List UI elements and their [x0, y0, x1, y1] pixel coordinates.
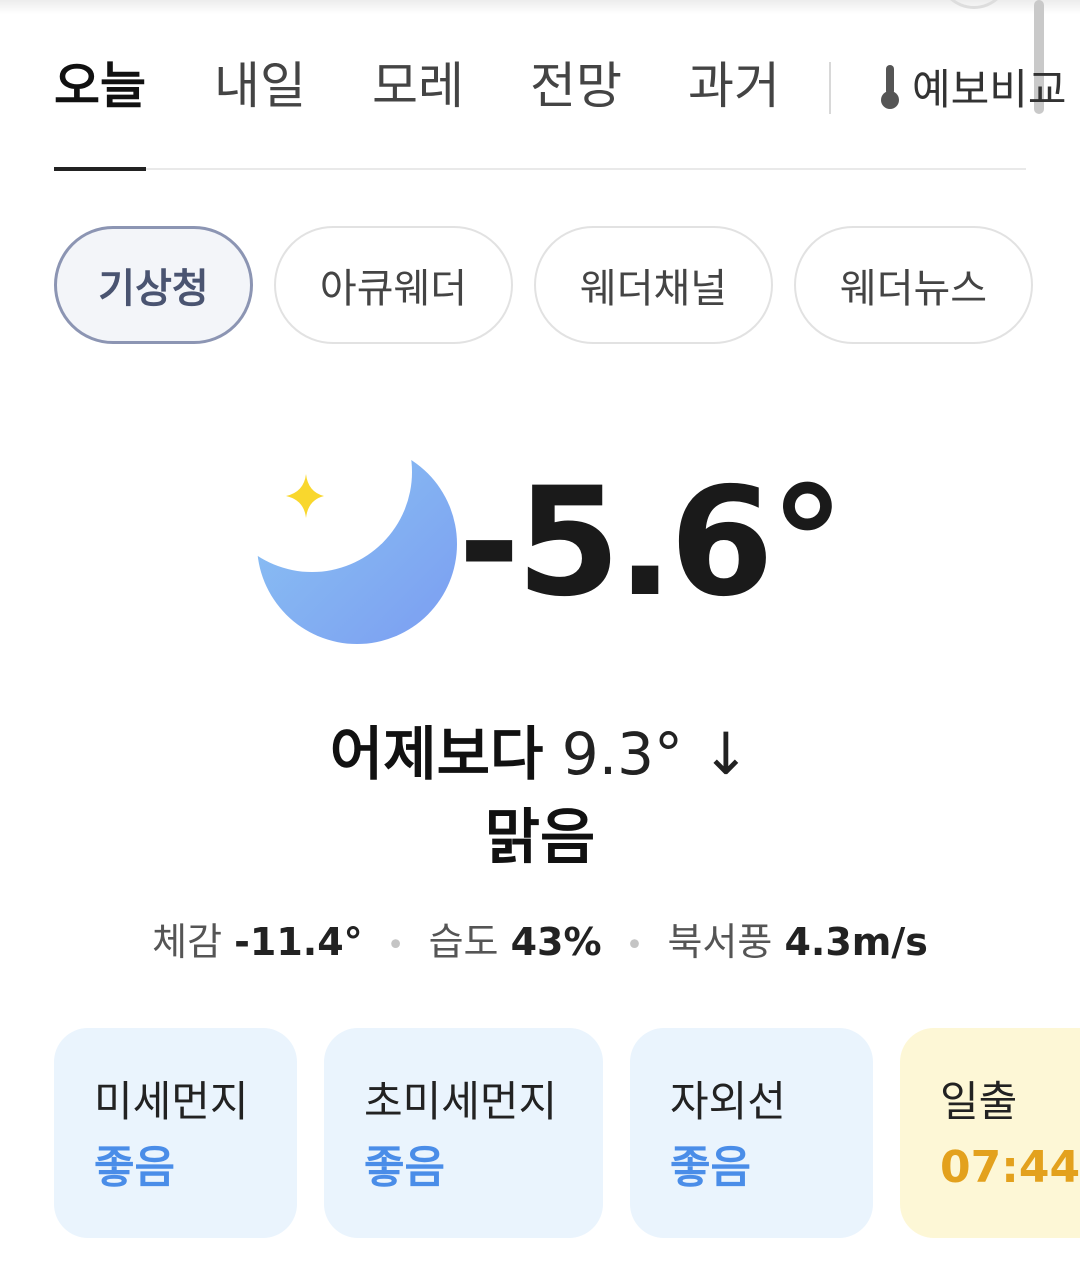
sunrise-card[interactable]: 일출 07:44: [900, 1028, 1080, 1238]
fine-dust-card[interactable]: 미세먼지 좋음: [54, 1028, 297, 1238]
thermometer-icon: [881, 64, 899, 109]
card-value: 07:44: [940, 1142, 1080, 1193]
card-title: 초미세먼지: [364, 1077, 558, 1126]
tab-underline-track: [54, 168, 1026, 170]
current-temperature: -5.6°: [458, 456, 845, 630]
comparison-value: 9.3° ↓: [561, 720, 751, 788]
ultrafine-dust-card[interactable]: 초미세먼지 좋음: [324, 1028, 603, 1238]
tab-today[interactable]: 오늘: [54, 54, 146, 118]
card-title: 자외선: [670, 1077, 786, 1126]
tab-tomorrow[interactable]: 내일: [214, 54, 306, 118]
yesterday-comparison: 어제보다 9.3° ↓: [0, 718, 1080, 790]
tab-divider: [829, 62, 831, 114]
source-chip-weatherchannel[interactable]: 웨더채널: [534, 226, 773, 344]
feels-like-label: 체감: [152, 920, 223, 964]
separator-dot: •: [386, 928, 405, 963]
day-tabs: 오늘 내일 모레 전망 과거 예보비교: [0, 40, 1080, 130]
wind-label: 북서풍: [667, 920, 773, 964]
weather-details: 체감 -11.4° • 습도 43% • 북서풍 4.3m/s: [0, 914, 1080, 974]
separator-dot: •: [625, 928, 644, 963]
source-chip-kma[interactable]: 기상청: [54, 226, 253, 344]
source-chip-accuweather[interactable]: 아큐웨더: [274, 226, 513, 344]
tab-past[interactable]: 과거: [688, 54, 780, 118]
comparison-label: 어제보다: [329, 720, 544, 788]
card-title: 일출: [940, 1077, 1018, 1126]
weather-page: 오늘 내일 모레 전망 과거 예보비교 기상청 아큐웨더 웨더채널 웨더뉴스 -…: [0, 0, 1080, 1288]
humidity-value: 43%: [510, 920, 602, 964]
card-value: 좋음: [364, 1142, 445, 1193]
wind-value: 4.3m/s: [784, 920, 928, 964]
card-value: 좋음: [94, 1142, 175, 1193]
forecast-compare-tab[interactable]: 예보비교: [876, 56, 1067, 117]
card-value: 좋음: [670, 1142, 751, 1193]
tab-day-after-tomorrow[interactable]: 모레: [372, 54, 464, 118]
top-edge-shadow: [0, 0, 1080, 14]
uv-card[interactable]: 자외선 좋음: [630, 1028, 873, 1238]
feels-like-value: -11.4°: [234, 920, 363, 964]
forecast-compare-label: 예보비교: [912, 65, 1067, 114]
source-chip-weathernews[interactable]: 웨더뉴스: [794, 226, 1033, 344]
active-tab-indicator: [54, 167, 146, 171]
moon-star-icon: [257, 444, 457, 644]
humidity-label: 습도: [428, 920, 499, 964]
weather-condition: 맑음: [484, 803, 596, 873]
card-title: 미세먼지: [94, 1077, 249, 1126]
tab-outlook[interactable]: 전망: [530, 54, 622, 118]
